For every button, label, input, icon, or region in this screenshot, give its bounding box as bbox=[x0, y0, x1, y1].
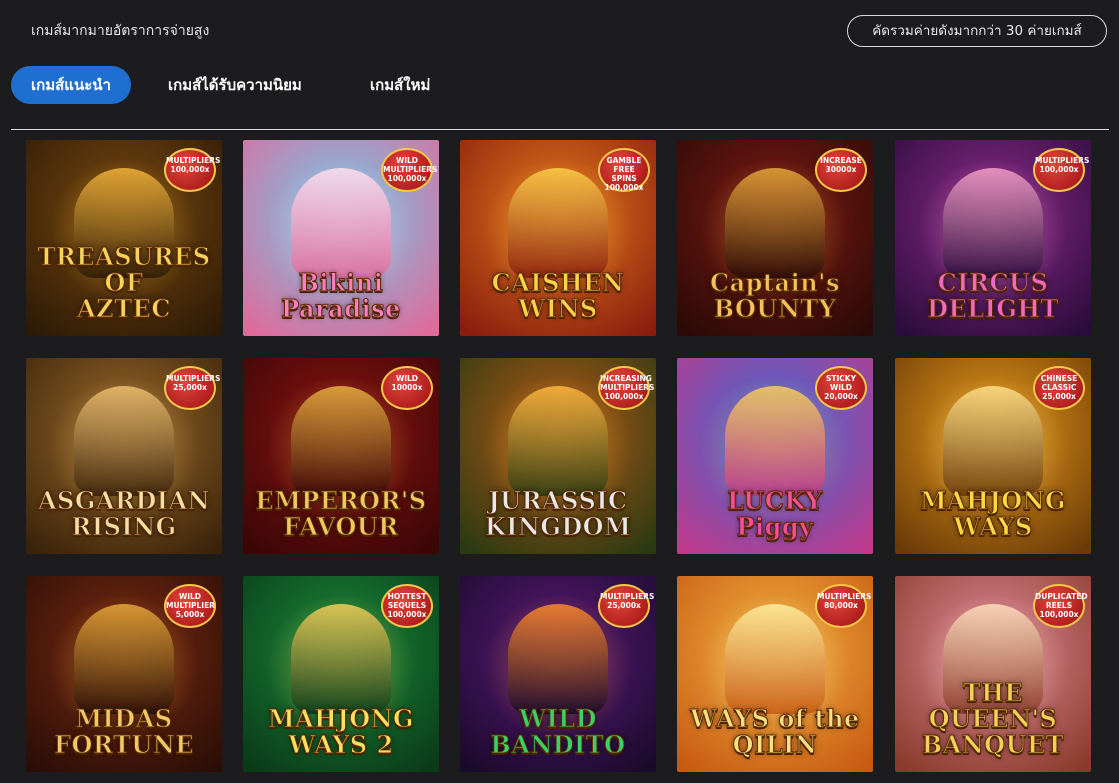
game-card[interactable]: MULTIPLIERS 80,000x WAYS of the QILIN bbox=[677, 576, 873, 772]
game-character bbox=[291, 386, 391, 496]
multiplier-badge: MULTIPLIERS 25,000x bbox=[164, 366, 220, 410]
provider-filter-button[interactable]: คัดรวมค่ายดังมากกว่า 30 ค่ายเกมส์ bbox=[847, 15, 1107, 47]
multiplier-badge: CHINESE CLASSIC 25,000x bbox=[1033, 366, 1085, 410]
game-title: CAISHEN WINS bbox=[491, 268, 625, 323]
game-title: LUCKY Piggy bbox=[727, 486, 823, 541]
game-character bbox=[943, 386, 1043, 496]
game-title: MIDAS FORTUNE bbox=[54, 704, 195, 759]
game-card[interactable]: DUPLICATED REELS 100,000x THE QUEEN'S BAN… bbox=[895, 576, 1091, 772]
game-card[interactable]: CHINESE CLASSIC 25,000x MAHJONG WAYS bbox=[895, 358, 1091, 554]
game-character bbox=[943, 168, 1043, 278]
multiplier-badge: HOTTEST SEQUELS 100,000x bbox=[381, 584, 433, 628]
multiplier-badge: MULTIPLIERS 100,000x bbox=[1033, 148, 1089, 192]
tab-popular[interactable]: เกมส์ได้รับความนิยม bbox=[168, 66, 302, 104]
game-card[interactable]: MULTIPLIERS 100,000x TREASURES OF AZTEC bbox=[26, 140, 222, 336]
top-bar: เกมส์มากมายอัตราการจ่ายสูง คัดรวมค่ายดัง… bbox=[0, 0, 1119, 62]
game-title: MAHJONG WAYS bbox=[919, 486, 1067, 541]
game-title: ASGARDIAN RISING bbox=[37, 486, 211, 541]
game-character bbox=[725, 386, 825, 496]
game-character bbox=[508, 604, 608, 714]
tab-recommended[interactable]: เกมส์แนะนำ bbox=[11, 66, 131, 104]
game-character bbox=[74, 386, 174, 496]
game-card[interactable]: MULTIPLIERS 25,000x ASGARDIAN RISING bbox=[26, 358, 222, 554]
game-character bbox=[291, 604, 391, 714]
multiplier-badge: WILD MULTIPLIERS 100,000x bbox=[381, 148, 437, 192]
multiplier-badge: MULTIPLIERS 100,000x bbox=[164, 148, 220, 192]
game-card[interactable]: INCREASE 30000x Captain's BOUNTY bbox=[677, 140, 873, 336]
game-card[interactable]: WILD 10000x EMPEROR'S FAVOUR bbox=[243, 358, 439, 554]
game-card[interactable]: HOTTEST SEQUELS 100,000x MAHJONG WAYS 2 bbox=[243, 576, 439, 772]
game-character bbox=[725, 168, 825, 278]
game-card[interactable]: MULTIPLIERS 25,000x WILD BANDITO bbox=[460, 576, 656, 772]
game-title: Bikini Paradise bbox=[281, 268, 401, 323]
game-card[interactable]: INCREASING MULTIPLIERS 100,000x JURASSIC … bbox=[460, 358, 656, 554]
multiplier-badge: MULTIPLIERS 80,000x bbox=[815, 584, 871, 628]
tab-new[interactable]: เกมส์ใหม่ bbox=[370, 66, 430, 104]
multiplier-badge: INCREASING MULTIPLIERS 100,000x bbox=[598, 366, 654, 410]
tagline: เกมส์มากมายอัตราการจ่ายสูง bbox=[31, 23, 210, 39]
game-card[interactable]: GAMBLE FREE SPINS 100,000x CAISHEN WINS bbox=[460, 140, 656, 336]
game-character bbox=[508, 386, 608, 496]
game-title: WILD BANDITO bbox=[490, 704, 626, 759]
multiplier-badge: WILD MULTIPLIER 5,000x bbox=[164, 584, 216, 628]
game-title: CIRCUS DELIGHT bbox=[927, 268, 1059, 323]
game-title: TREASURES OF AZTEC bbox=[37, 242, 211, 323]
game-character bbox=[291, 168, 391, 278]
game-title: THE QUEEN'S BANQUET bbox=[921, 678, 1065, 759]
multiplier-badge: MULTIPLIERS 25,000x bbox=[598, 584, 654, 628]
game-character bbox=[508, 168, 608, 278]
multiplier-badge: INCREASE 30000x bbox=[815, 148, 867, 192]
game-title: JURASSIC KINGDOM bbox=[484, 486, 632, 541]
multiplier-badge: STICKY WILD 20,000x bbox=[815, 366, 867, 410]
game-card[interactable]: WILD MULTIPLIERS 100,000x Bikini Paradise bbox=[243, 140, 439, 336]
game-card[interactable]: WILD MULTIPLIER 5,000x MIDAS FORTUNE bbox=[26, 576, 222, 772]
multiplier-badge: DUPLICATED REELS 100,000x bbox=[1033, 584, 1088, 628]
game-card[interactable]: STICKY WILD 20,000x LUCKY Piggy bbox=[677, 358, 873, 554]
game-card[interactable]: MULTIPLIERS 100,000x CIRCUS DELIGHT bbox=[895, 140, 1091, 336]
game-character bbox=[725, 604, 825, 714]
divider bbox=[11, 129, 1109, 130]
game-title: WAYS of the QILIN bbox=[690, 704, 860, 759]
game-title: Captain's BOUNTY bbox=[710, 268, 841, 323]
game-character bbox=[74, 604, 174, 714]
multiplier-badge: GAMBLE FREE SPINS 100,000x bbox=[598, 148, 650, 192]
game-title: EMPEROR'S FAVOUR bbox=[255, 486, 427, 541]
multiplier-badge: WILD 10000x bbox=[381, 366, 433, 410]
game-title: MAHJONG WAYS 2 bbox=[267, 704, 415, 759]
